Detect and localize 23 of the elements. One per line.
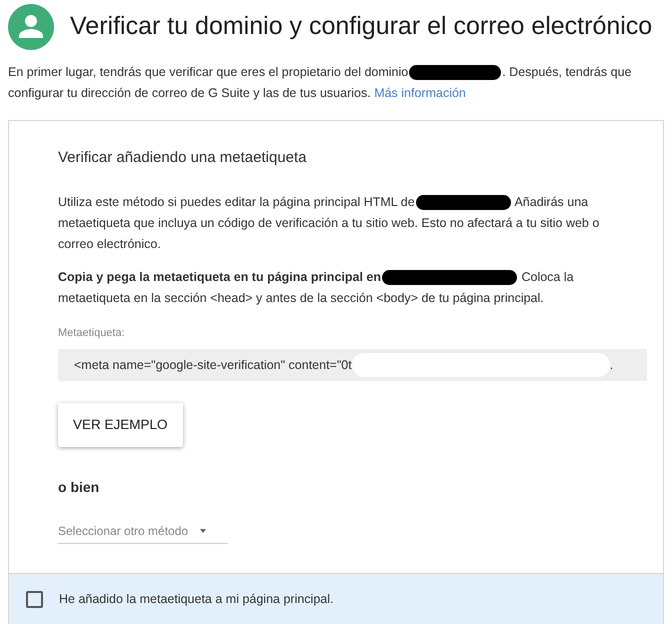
confirm-checkbox[interactable] xyxy=(26,591,43,608)
paragraph-text: Coloca la xyxy=(520,270,574,284)
confirm-label: He añadido la metaetiqueta a mi página principal. xyxy=(59,591,334,608)
user-avatar-icon xyxy=(8,4,54,50)
alt-heading: o bien xyxy=(58,478,100,497)
paragraph-text: correo electrónico. xyxy=(58,236,161,250)
intro-text: . Después, tendrás que xyxy=(502,65,632,79)
intro-text: configurar tu dirección de correo de G Suite y las de tus usuarios. xyxy=(8,86,371,100)
example-button[interactable]: VER EJEMPLO xyxy=(58,403,183,447)
method-select[interactable]: Seleccionar otro método xyxy=(58,522,228,544)
paragraph-text: Copia y pega la metaetiqueta en tu página principal en xyxy=(58,270,381,284)
meta-tag-text: . xyxy=(610,356,614,374)
paragraph-text: metaetiqueta en la sección <head> y antes de la sección <body> de tu página principal. xyxy=(58,290,544,304)
intro-text: En primer lugar, tendrás que verificar que eres el propietario del dominio xyxy=(8,65,408,79)
paragraph-text: Utiliza este método si puedes editar la página principal HTML de xyxy=(58,194,415,208)
paragraph-text: metaetiqueta que incluya un código de verificación a tu sitio web. Esto no afectará a tu sitio web o xyxy=(58,216,600,230)
more-info-link[interactable]: Más información xyxy=(374,86,466,100)
paragraph-text: Añadirás una xyxy=(513,194,588,208)
field-label: Metaetiqueta: xyxy=(58,326,126,340)
meta-tag-text: <meta name="google-site-verification" content="0t xyxy=(74,356,352,374)
card-title: Verificar añadiendo una metaetiqueta xyxy=(58,148,308,168)
dropdown-arrow-icon xyxy=(200,529,206,533)
page-title: Verificar tu dominio y configurar el correo electrónico xyxy=(70,11,652,42)
